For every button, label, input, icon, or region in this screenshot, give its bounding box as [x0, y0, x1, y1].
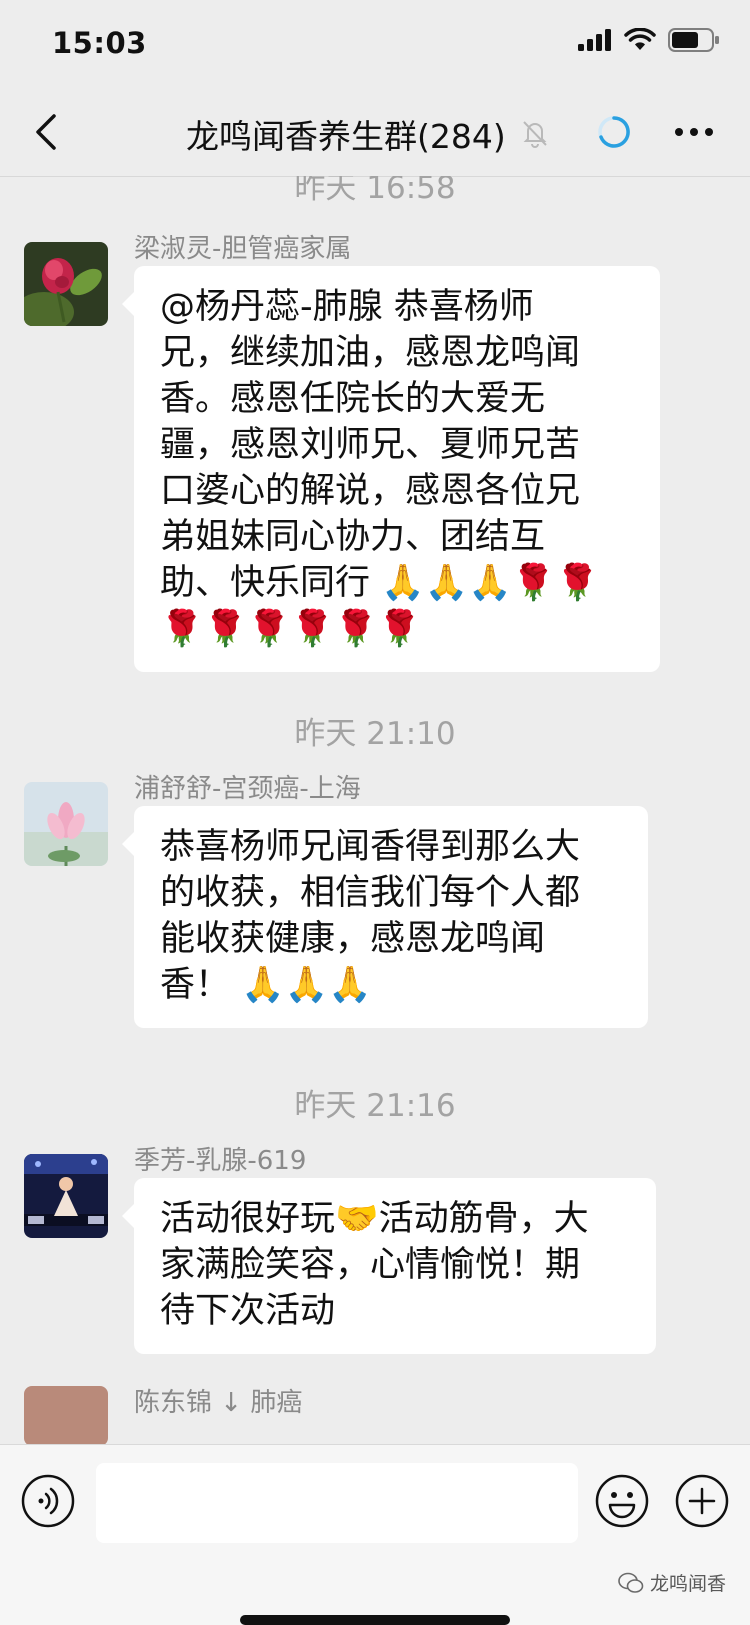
- message-bubble[interactable]: @杨丹蕊-肺腺 恭喜杨师 兄，继续加油，感恩龙鸣闻 香。感恩任院长的大爱无 疆，…: [122, 266, 660, 672]
- avatar[interactable]: [24, 1154, 108, 1238]
- navigation-bar: 龙鸣闻香养生群(284): [0, 90, 750, 177]
- message-text: 恭喜杨师兄闻香得到那么大 的收获，相信我们每个人都 能收获健康，感恩龙鸣闻 香！…: [160, 827, 581, 1005]
- sender-name: 浦舒舒-宫颈癌-上海: [134, 774, 361, 804]
- voice-input-button[interactable]: [20, 1473, 76, 1533]
- battery-icon: [668, 28, 719, 52]
- cellular-signal-icon: [578, 29, 611, 51]
- mute-bell-icon: [523, 121, 547, 148]
- stage-girl-avatar-image: [24, 1154, 108, 1238]
- avatar[interactable]: [24, 782, 108, 866]
- status-icons: [578, 28, 720, 52]
- avatar[interactable]: [24, 1386, 108, 1444]
- time-divider: 昨天 21:10: [294, 716, 456, 752]
- more-functions-button[interactable]: [674, 1473, 730, 1533]
- time-divider: 昨天 16:58: [294, 176, 456, 206]
- loading-spinner-icon: [598, 116, 630, 148]
- emoji-button[interactable]: [594, 1473, 650, 1533]
- wechat-logo-icon: [618, 1572, 644, 1593]
- voice-icon: [21, 1474, 75, 1528]
- wifi-icon: [624, 28, 656, 50]
- plus-circle-icon: [675, 1474, 729, 1528]
- back-button[interactable]: [26, 110, 70, 154]
- status-bar: 15:03: [0, 0, 750, 90]
- sender-name: 季芳-乳腺-619: [134, 1146, 307, 1176]
- chat-input-bar: 龙鸣闻香: [0, 1444, 750, 1625]
- message-bubble[interactable]: 恭喜杨师兄闻香得到那么大 的收获，相信我们每个人都 能收获健康，感恩龙鸣闻 香！…: [122, 806, 648, 1028]
- lotus-avatar-image: [24, 782, 108, 866]
- watermark: 龙鸣闻香: [618, 1569, 726, 1596]
- smiley-icon: [595, 1474, 649, 1528]
- avatar[interactable]: [24, 242, 108, 326]
- rose-avatar-image: [24, 242, 108, 326]
- message-input[interactable]: [96, 1463, 578, 1543]
- more-options-button[interactable]: [672, 120, 716, 144]
- chevron-left-icon: [36, 114, 56, 150]
- sender-name: 梁淑灵-胆管癌家属: [134, 234, 352, 264]
- chat-title: 龙鸣闻香养生群(284): [186, 117, 506, 156]
- message-text: @杨丹蕊-肺腺 恭喜杨师 兄，继续加油，感恩龙鸣闻 香。感恩任院长的大爱无 疆，…: [160, 287, 600, 649]
- message-text: 活动很好玩🤝活动筋骨，大 家满脸笑容，心情愉悦！期 待下次活动: [160, 1199, 589, 1331]
- sender-name: 陈东锦 ↓ 肺癌: [134, 1388, 303, 1418]
- message-bubble[interactable]: 活动很好玩🤝活动筋骨，大 家满脸笑容，心情愉悦！期 待下次活动: [122, 1178, 656, 1354]
- status-time: 15:03: [52, 26, 147, 60]
- time-divider: 昨天 21:16: [294, 1088, 456, 1124]
- watermark-label: 龙鸣闻香: [650, 1573, 727, 1595]
- ellipsis-icon: [675, 128, 713, 136]
- chat-message-list[interactable]: 昨天 16:58 梁淑灵-胆管癌家属 @杨丹蕊-肺腺 恭喜杨师 兄，继续加油，感…: [0, 176, 750, 1444]
